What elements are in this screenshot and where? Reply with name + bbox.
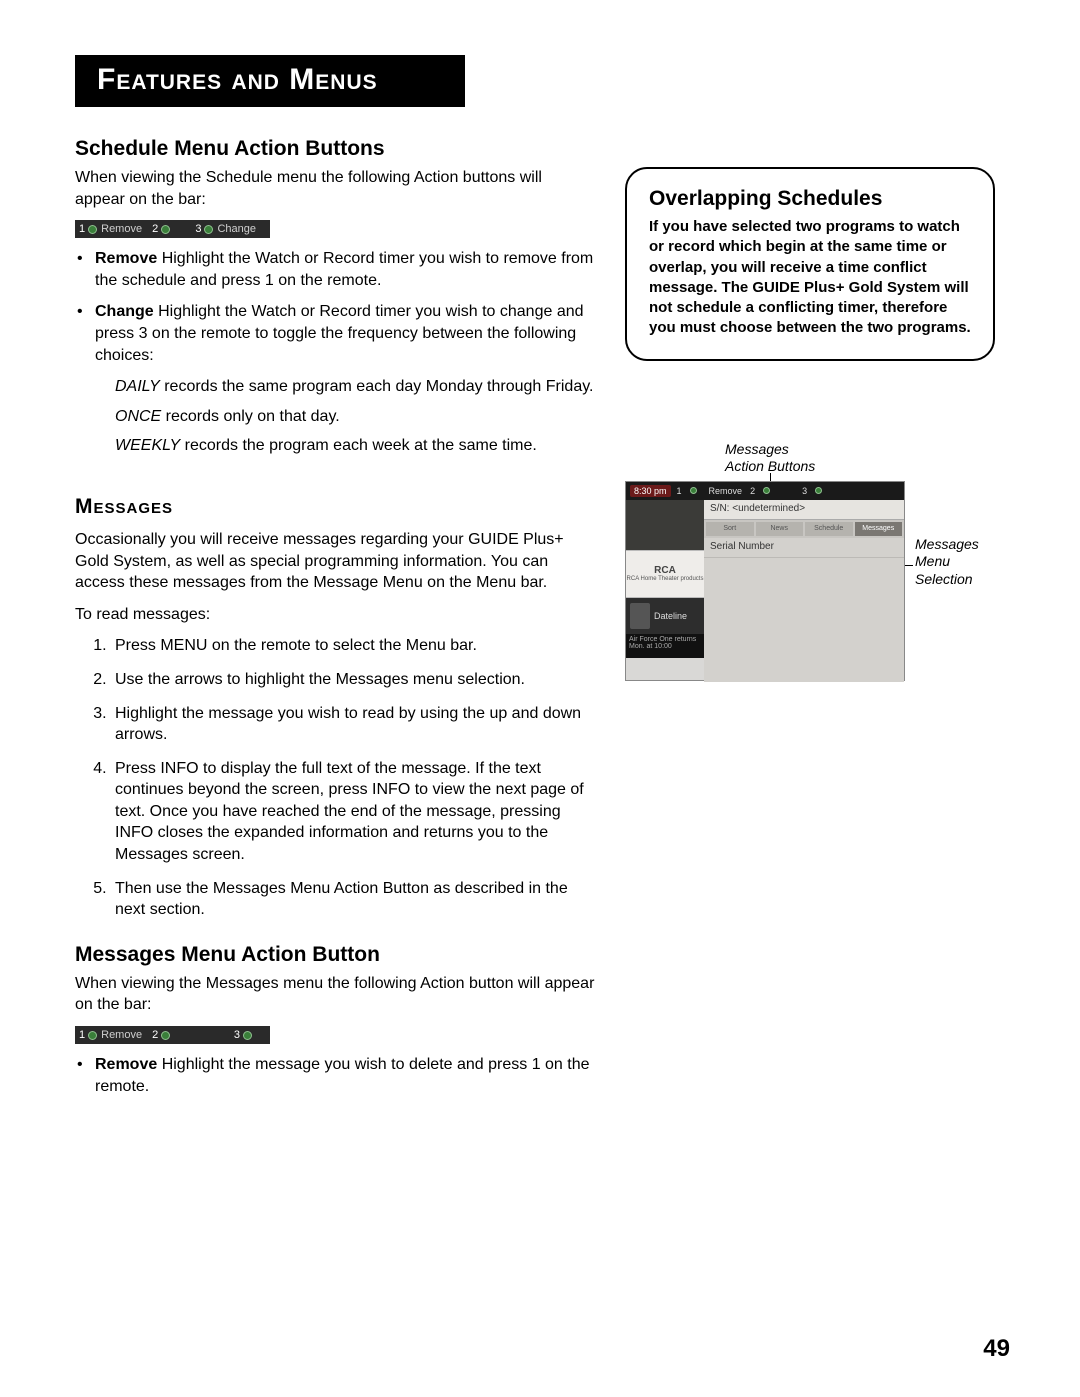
overlap-body: If you have selected two programs to wat… <box>649 217 971 339</box>
schedule-action-intro: When viewing the Schedule menu the follo… <box>75 167 595 210</box>
ss-tab-sort: Sort <box>706 522 754 536</box>
ss-time: 8:30 pm <box>630 485 671 497</box>
messages-action-intro: When viewing the Messages menu the follo… <box>75 973 595 1016</box>
messages-screenshot-figure: Messages Action Buttons Messages Menu Se… <box>625 481 1005 681</box>
chapter-title: Features and Menus <box>75 55 465 107</box>
bullet-msg-remove: Remove Highlight the message you wish to… <box>95 1054 595 1097</box>
overlapping-schedules-box: Overlapping Schedules If you have select… <box>625 167 995 361</box>
ss-row-serial: Serial Number <box>704 538 904 558</box>
ss-preview <box>626 500 704 550</box>
main-column: Schedule Menu Action Buttons When viewin… <box>75 137 595 1107</box>
ss-rca-logo: RCA RCA Home Theater products <box>626 550 704 598</box>
step-1: Press MENU on the remote to select the M… <box>111 635 595 657</box>
ss-dateline: Dateline <box>626 598 704 634</box>
messages-steps: Press MENU on the remote to select the M… <box>75 635 595 921</box>
page-number: 49 <box>983 1335 1010 1363</box>
ss-footer: Air Force One returns Mon. at 10:00 <box>626 634 704 658</box>
step-4: Press INFO to display the full text of t… <box>111 758 595 866</box>
ss-serial-line: S/N: <undetermined> <box>704 500 904 520</box>
ss-tab-news: News <box>756 522 804 536</box>
to-read-label: To read messages: <box>75 604 595 626</box>
step-3: Highlight the message you wish to read b… <box>111 703 595 746</box>
schedule-action-bar-image: 1Remove 2 3Change <box>75 220 270 238</box>
bullet-remove: Remove Highlight the Watch or Record tim… <box>95 248 595 291</box>
heading-messages: Messages <box>75 495 595 519</box>
messages-intro: Occasionally you will receive messages r… <box>75 529 595 594</box>
step-2: Use the arrows to highlight the Messages… <box>111 669 595 691</box>
overlap-heading: Overlapping Schedules <box>649 187 971 211</box>
ss-tab-schedule: Schedule <box>805 522 853 536</box>
bullet-change: Change Highlight the Watch or Record tim… <box>95 301 595 457</box>
step-5: Then use the Messages Menu Action Button… <box>111 878 595 921</box>
ss-tabs: Sort News Schedule Messages <box>704 520 904 538</box>
ss-tab-messages: Messages <box>855 522 903 536</box>
figure-label-action-buttons: Messages Action Buttons <box>725 441 865 476</box>
messages-screenshot: 8:30 pm 1Remove 2 3 RCA RCA Home Th <box>625 481 905 681</box>
figure-label-menu-selection: Messages Menu Selection <box>915 536 1005 589</box>
side-column: Overlapping Schedules If you have select… <box>595 137 1005 1107</box>
heading-schedule-action: Schedule Menu Action Buttons <box>75 137 595 161</box>
heading-messages-action: Messages Menu Action Button <box>75 943 595 967</box>
messages-action-bar-image: 1Remove 2 3 <box>75 1026 270 1044</box>
